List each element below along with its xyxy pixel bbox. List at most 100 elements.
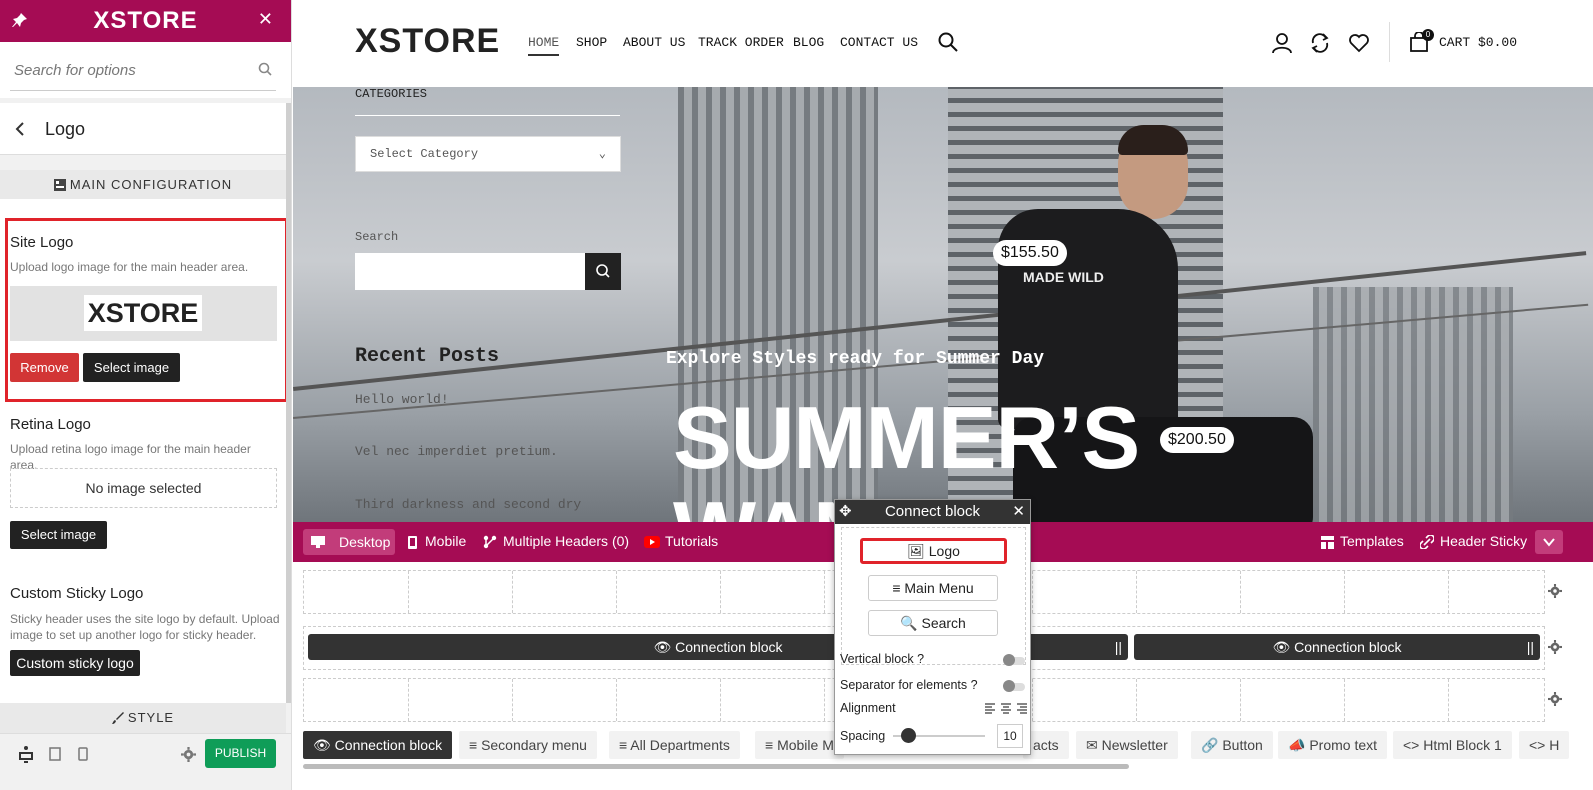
remove-logo-button[interactable]: Remove [10, 353, 79, 382]
connection-block-2[interactable]: 👁 Connection block || [1134, 634, 1540, 660]
recent-post-1[interactable]: Hello world! [355, 392, 449, 407]
retina-logo-empty[interactable]: No image selected [10, 468, 277, 508]
tablet-preview-icon[interactable] [49, 747, 61, 761]
back-arrow-icon[interactable] [14, 121, 26, 137]
sticky-logo-desc: Sticky header uses the site logo by defa… [10, 612, 280, 642]
element-label: Newsletter [1101, 737, 1168, 753]
nav-track-order[interactable]: TRACK ORDER [698, 35, 784, 50]
element-label: H [1549, 737, 1560, 753]
mobile-preview-icon[interactable] [78, 747, 88, 761]
tutorials-link[interactable]: Tutorials [665, 533, 718, 549]
row-settings-gear-icon[interactable] [1548, 692, 1562, 706]
drag-handle-icon[interactable]: || [1527, 634, 1534, 660]
element-mobile-menu[interactable]: ≡ Mobile M [755, 731, 844, 759]
price-tag-2[interactable]: $200.50 [1160, 427, 1234, 453]
nav-about-us[interactable]: ABOUT US [623, 35, 685, 50]
desktop-tab-label: Desktop [339, 534, 391, 550]
wishlist-heart-icon[interactable] [1348, 33, 1370, 53]
select-retina-button[interactable]: Select image [10, 521, 107, 549]
popup-search-label: Search [921, 615, 966, 631]
close-icon[interactable]: ✕ [258, 9, 273, 30]
element-button[interactable]: 🔗 Button [1191, 731, 1273, 759]
retina-logo-title: Retina Logo [10, 416, 91, 433]
headers-icon [483, 535, 497, 549]
popup-header[interactable]: ✥ Connect block ✕ [835, 500, 1030, 524]
mobile-tab[interactable]: Mobile [425, 533, 466, 549]
main-configuration-header[interactable]: MAIN CONFIGURATION [0, 170, 286, 200]
popup-main-menu-item[interactable]: ≡ Main Menu [868, 575, 998, 601]
main-configuration-label: MAIN CONFIGURATION [69, 177, 233, 192]
element-label: All Departments [630, 737, 730, 753]
nav-blog[interactable]: BLOG [793, 35, 824, 50]
compare-icon[interactable] [1309, 32, 1331, 54]
close-icon[interactable]: ✕ [1012, 500, 1025, 524]
row-settings-gear-icon[interactable] [1548, 640, 1562, 654]
element-html-block-1[interactable]: <> Html Block 1 [1393, 731, 1512, 759]
categories-title: CATEGORIES [355, 87, 428, 101]
elements-scrollbar[interactable] [303, 764, 1129, 769]
element-secondary-menu[interactable]: ≡ Secondary menu [459, 731, 597, 759]
site-header: XSTORE HOME SHOP ABOUT US TRACK ORDER BL… [293, 0, 1593, 87]
popup-logo-item[interactable]: 🖼 Logo [860, 538, 1007, 564]
panel-scrollbar[interactable] [286, 103, 291, 703]
element-newsletter[interactable]: ✉ Newsletter [1076, 731, 1178, 759]
sticky-logo-title: Custom Sticky Logo [10, 585, 144, 602]
spacing-value-input[interactable]: 10 [997, 724, 1023, 748]
recent-post-3[interactable]: Third darkness and second dry [355, 497, 581, 512]
desktop-preview-icon[interactable] [18, 746, 34, 764]
site-logo[interactable]: XSTORE [355, 22, 500, 61]
element-html-block-2[interactable]: <> H [1519, 731, 1570, 759]
select-logo-button[interactable]: Select image [83, 353, 180, 382]
spacing-slider-handle[interactable] [901, 728, 916, 743]
hero-subtitle: Explore Styles ready for Summer Day [666, 349, 1045, 369]
popup-logo-label: Logo [928, 543, 960, 559]
nav-shop[interactable]: SHOP [576, 35, 607, 50]
popup-search-item[interactable]: 🔍 Search [868, 610, 998, 636]
element-all-departments[interactable]: ≡ All Departments [609, 731, 740, 759]
account-icon[interactable] [1271, 32, 1293, 54]
nav-contact-us[interactable]: CONTACT US [840, 35, 918, 50]
publish-button[interactable]: PUBLISH [205, 739, 276, 768]
element-promo-text[interactable]: 📣 Promo text [1278, 731, 1388, 759]
header-sticky-toggle[interactable]: Header Sticky [1440, 533, 1527, 549]
vertical-block-toggle[interactable] [1003, 654, 1025, 666]
cart-label[interactable]: CART $0.00 [1439, 35, 1517, 50]
category-select[interactable]: Select Category ⌄ [355, 136, 621, 172]
connection-block-2-label: Connection block [1294, 639, 1402, 655]
youtube-icon [644, 536, 660, 548]
price-tag-1[interactable]: $155.50 [993, 240, 1067, 266]
nav-home[interactable]: HOME [528, 35, 560, 56]
recent-post-2[interactable]: Vel nec imperdiet pretium. [355, 444, 558, 459]
multiple-headers-tab[interactable]: Multiple Headers (0) [503, 533, 629, 549]
templates-button[interactable]: Templates [1340, 533, 1404, 549]
drag-handle-icon[interactable]: || [1115, 634, 1122, 660]
search-icon: 🔍 [900, 615, 918, 631]
building-far [1313, 287, 1513, 522]
move-icon[interactable]: ✥ [839, 500, 852, 524]
header-search-icon[interactable] [938, 32, 958, 52]
cart-count-badge: 0 [1422, 29, 1434, 41]
search-icon[interactable] [258, 62, 272, 76]
vertical-block-label: Vertical block ? [840, 652, 925, 666]
chevron-down-icon: ⌄ [598, 147, 606, 161]
search-label: Search [355, 230, 399, 244]
sidebar-search-button[interactable] [585, 253, 621, 290]
desktop-tab[interactable]: Desktop [303, 529, 395, 555]
custom-sticky-logo-button[interactable]: Custom sticky logo [10, 650, 140, 676]
alignment-buttons-icon[interactable] [985, 703, 1029, 714]
sidebar-search-input[interactable] [355, 253, 585, 290]
search-options-input[interactable]: Search for options [14, 62, 136, 79]
toolbar-chevron-down-icon[interactable] [1535, 530, 1563, 554]
settings-gear-icon[interactable] [181, 747, 196, 762]
spacing-label: Spacing [840, 729, 886, 743]
element-label: Mobile M [777, 737, 834, 753]
site-logo-preview[interactable]: XSTORE [10, 286, 277, 341]
element-connection-block[interactable]: 👁 Connection block [303, 731, 453, 759]
element-label: Html Block 1 [1423, 737, 1502, 753]
row-settings-gear-icon[interactable] [1548, 584, 1562, 598]
eye-icon: 👁 [1272, 639, 1291, 655]
separator-toggle[interactable] [1003, 680, 1025, 692]
style-section-header[interactable]: STYLE [0, 703, 286, 733]
options-search: Search for options [0, 42, 291, 98]
element-label: Secondary menu [481, 737, 587, 753]
